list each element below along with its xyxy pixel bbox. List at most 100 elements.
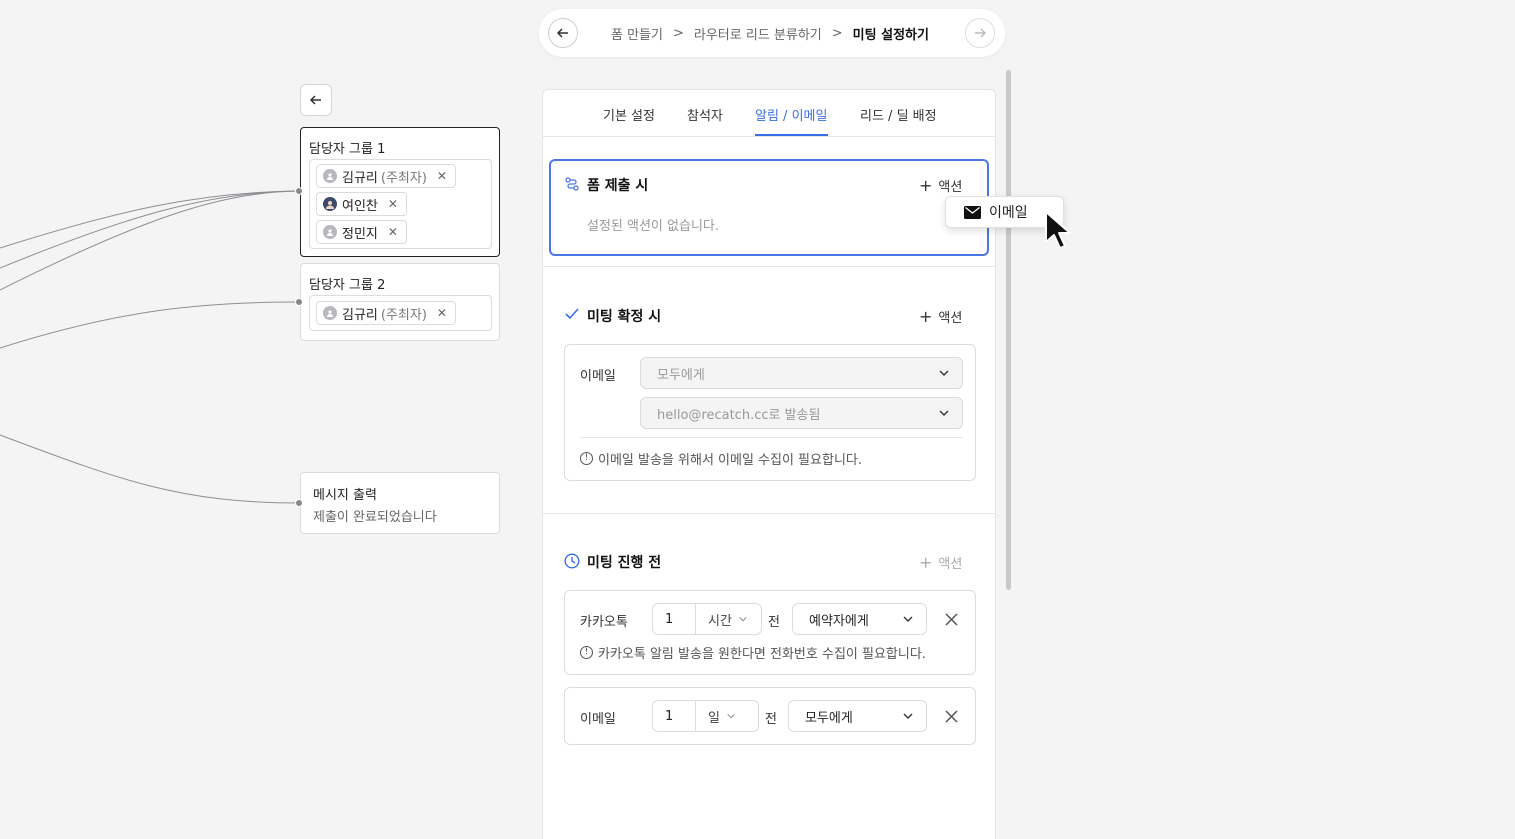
- email-reminder-card: 이메일 1 일 전 모두에게: [564, 687, 976, 745]
- empty-actions-note: 설정된 액션이 없습니다.: [587, 219, 719, 234]
- member-chip: 김규리 (주최자) ✕: [316, 164, 456, 188]
- node-title: 담당자 그룹 2: [309, 278, 386, 293]
- section-title: 미팅 진행 전: [587, 555, 662, 571]
- member-role: (주최자): [380, 170, 427, 186]
- email-target-select[interactable]: 모두에게: [788, 700, 927, 732]
- breadcrumb-item-router[interactable]: 라우터로 리드 분류하기: [694, 24, 822, 43]
- chevron-down-icon: [739, 616, 747, 622]
- breadcrumb-bar: 폼 만들기 > 라우터로 리드 분류하기 > 미팅 설정하기: [539, 9, 1005, 57]
- target-value: 예약자에게: [809, 613, 869, 629]
- member-name: 여인찬: [342, 198, 378, 214]
- breadcrumb: 폼 만들기 > 라우터로 리드 분류하기 > 미팅 설정하기: [611, 9, 929, 57]
- panel-scrollbar[interactable]: [1006, 70, 1011, 590]
- time-unit: 시간: [708, 613, 732, 629]
- plus-icon: +: [919, 307, 933, 326]
- divider: [543, 513, 995, 514]
- node-title: 메시지 출력: [313, 488, 377, 503]
- remove-member-icon[interactable]: ✕: [388, 225, 398, 239]
- remove-member-icon[interactable]: ✕: [437, 169, 447, 183]
- member-chip: 여인찬 ✕: [316, 192, 407, 216]
- sender-select[interactable]: hello@recatch.cc로 발송됨: [640, 397, 963, 429]
- user-avatar-icon: [323, 306, 337, 320]
- chevron-down-icon: [903, 616, 913, 622]
- time-amount[interactable]: 1: [653, 709, 695, 724]
- tab-notification-email[interactable]: 알림 / 이메일: [755, 105, 827, 124]
- remove-member-icon[interactable]: ✕: [437, 306, 447, 320]
- member-role: (주최자): [380, 307, 427, 323]
- tab-basic-settings[interactable]: 기본 설정: [603, 105, 655, 124]
- breadcrumb-item-current: 미팅 설정하기: [852, 27, 929, 43]
- email-time-input[interactable]: 1 일: [652, 700, 759, 732]
- form-submit-card: 폼 제출 시 + 액션 설정된 액션이 없습니다.: [549, 159, 989, 256]
- node-title: 담당자 그룹 1: [309, 142, 386, 157]
- tab-bar: 기본 설정 참석자 알림 / 이메일 리드 / 딜 배정: [543, 90, 995, 137]
- time-unit: 일: [708, 710, 720, 726]
- remove-member-icon[interactable]: ✕: [388, 197, 398, 211]
- plus-icon: +: [919, 553, 933, 572]
- close-icon[interactable]: [945, 710, 958, 723]
- node-message-text: 제출이 완료되었습니다: [313, 510, 437, 525]
- add-action-label: 액션: [938, 311, 963, 326]
- divider: [580, 437, 963, 438]
- kakao-label: 카카오톡: [580, 615, 628, 630]
- email-info-note: ! 이메일 발송을 위해서 이메일 수집이 필요합니다.: [580, 449, 862, 468]
- add-action-button[interactable]: + 액션: [919, 176, 962, 195]
- settings-panel: 기본 설정 참석자 알림 / 이메일 리드 / 딜 배정 폼 제출 시 + 액션 …: [542, 89, 996, 839]
- section-title: 폼 제출 시: [587, 178, 649, 194]
- email-label: 이메일: [580, 712, 616, 727]
- arrow-left-icon: [309, 95, 321, 105]
- kakao-action-card: 카카오톡 1 시간 전 예약자에게 ! 카카오톡 알림 발송을 원한다면 전화번…: [564, 590, 976, 675]
- time-unit-select[interactable]: 시간: [695, 604, 748, 634]
- node-owner-group-2[interactable]: 담당자 그룹 2 김규리 (주최자) ✕: [300, 263, 500, 341]
- breadcrumb-item-form[interactable]: 폼 만들기: [611, 24, 663, 43]
- kakao-time-input[interactable]: 1 시간: [652, 603, 762, 635]
- breadcrumb-separator: >: [831, 25, 843, 41]
- chevron-down-icon: [903, 713, 913, 719]
- breadcrumb-separator: >: [672, 25, 684, 41]
- email-action-card: 이메일 모두에게 hello@recatch.cc로 발송됨 ! 이메일 발송을…: [564, 344, 976, 481]
- canvas-back-button[interactable]: [300, 84, 332, 116]
- tab-lead-deal[interactable]: 리드 / 딜 배정: [860, 105, 937, 124]
- add-action-label: 액션: [938, 557, 963, 572]
- before-suffix: 전: [765, 712, 777, 727]
- node-port[interactable]: [295, 298, 303, 306]
- user-avatar-icon: [323, 225, 337, 239]
- route-icon: [565, 177, 579, 191]
- recipient-placeholder: 모두에게: [657, 367, 705, 383]
- info-icon: !: [580, 646, 593, 659]
- next-step-button[interactable]: [965, 18, 995, 48]
- add-action-button[interactable]: + 액션: [919, 553, 962, 572]
- time-amount[interactable]: 1: [653, 612, 695, 627]
- email-label: 이메일: [580, 369, 616, 384]
- chevron-down-icon: [939, 370, 949, 376]
- info-icon: !: [580, 452, 593, 465]
- tab-attendees[interactable]: 참석자: [687, 105, 723, 124]
- clock-icon: [564, 553, 580, 569]
- node-port[interactable]: [295, 499, 303, 507]
- chevron-down-icon: [939, 410, 949, 416]
- node-port[interactable]: [295, 187, 303, 195]
- divider: [543, 266, 995, 267]
- recipient-select[interactable]: 모두에게: [640, 357, 963, 389]
- plus-icon: +: [919, 176, 933, 195]
- node-owner-group-1[interactable]: 담당자 그룹 1 김규리 (주최자) ✕ 여인찬 ✕ 정민지 ✕: [300, 127, 500, 257]
- member-name: 김규리: [342, 170, 378, 186]
- time-unit-select[interactable]: 일: [695, 701, 736, 731]
- kakao-target-select[interactable]: 예약자에게: [792, 603, 927, 635]
- member-name: 김규리: [342, 307, 378, 323]
- kakao-info-note: ! 카카오톡 알림 발송을 원한다면 전화번호 수집이 필요합니다.: [580, 643, 926, 662]
- section-title: 미팅 확정 시: [587, 309, 662, 325]
- mouse-cursor-icon: [1045, 211, 1071, 249]
- node-message-output[interactable]: 메시지 출력 제출이 완료되었습니다: [300, 472, 500, 534]
- member-chip: 김규리 (주최자) ✕: [316, 301, 456, 325]
- member-name: 정민지: [342, 226, 378, 242]
- arrow-right-icon: [975, 28, 987, 38]
- target-value: 모두에게: [805, 710, 853, 726]
- prev-step-button[interactable]: [548, 18, 578, 48]
- menu-item-email[interactable]: 이메일: [989, 202, 1028, 222]
- member-list: 김규리 (주최자) ✕ 여인찬 ✕ 정민지 ✕: [309, 159, 492, 249]
- mail-icon: [964, 205, 981, 219]
- info-text: 카카오톡 알림 발송을 원한다면 전화번호 수집이 필요합니다.: [598, 647, 926, 662]
- close-icon[interactable]: [945, 613, 958, 626]
- add-action-button[interactable]: + 액션: [919, 307, 962, 326]
